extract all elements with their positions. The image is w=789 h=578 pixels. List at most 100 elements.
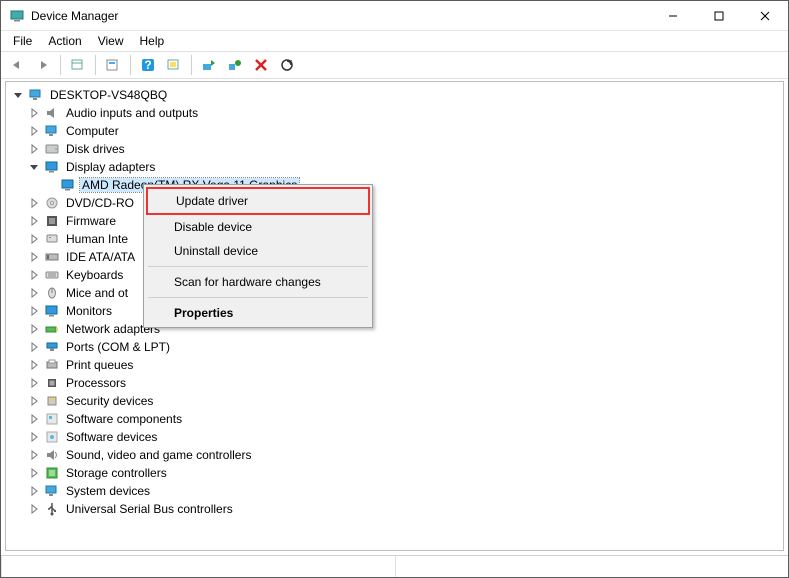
chevron-right-icon[interactable]	[26, 483, 42, 499]
tree-item[interactable]: IDE ATA/ATA	[8, 248, 781, 266]
tree-item[interactable]: Processors	[8, 374, 781, 392]
show-hidden-button[interactable]	[66, 53, 90, 77]
context-menu-item[interactable]: Uninstall device	[146, 239, 370, 263]
tree-item[interactable]: Audio inputs and outputs	[8, 104, 781, 122]
chevron-right-icon[interactable]	[26, 393, 42, 409]
tree-item[interactable]: DVD/CD-RO	[8, 194, 781, 212]
tree-root[interactable]: DESKTOP-VS48QBQ	[8, 86, 781, 104]
network-icon	[44, 321, 60, 337]
tree-item[interactable]: AMD Radeon(TM) RX Vega 11 Graphics	[8, 176, 781, 194]
maximize-button[interactable]	[696, 1, 742, 31]
sound-icon	[44, 447, 60, 463]
tree-item[interactable]: Monitors	[8, 302, 781, 320]
chevron-right-icon[interactable]	[26, 429, 42, 445]
chevron-right-icon[interactable]	[26, 141, 42, 157]
tree-item-label: Computer	[64, 124, 121, 138]
disk-icon	[44, 141, 60, 157]
chevron-right-icon[interactable]	[26, 339, 42, 355]
tree-item[interactable]: Network adapters	[8, 320, 781, 338]
tree-item[interactable]: Keyboards	[8, 266, 781, 284]
chevron-down-icon[interactable]	[10, 87, 26, 103]
chevron-right-icon[interactable]	[26, 123, 42, 139]
display-icon	[44, 159, 60, 175]
system-icon	[44, 483, 60, 499]
tree-item-label: Ports (COM & LPT)	[64, 340, 172, 354]
disable-device-button[interactable]	[249, 53, 273, 77]
mouse-icon	[44, 285, 60, 301]
toolbar-separator	[130, 55, 131, 75]
app-icon	[9, 8, 25, 24]
chevron-down-icon[interactable]	[26, 159, 42, 175]
tree-item[interactable]: Storage controllers	[8, 464, 781, 482]
computer-icon	[28, 87, 44, 103]
ide-icon	[44, 249, 60, 265]
context-menu-item[interactable]: Scan for hardware changes	[146, 270, 370, 294]
swcomp-icon	[44, 411, 60, 427]
tree-item-label: Software devices	[64, 430, 159, 444]
menu-separator	[148, 297, 368, 298]
context-menu-item[interactable]: Properties	[146, 301, 370, 325]
chevron-right-icon[interactable]	[26, 303, 42, 319]
menu-file[interactable]: File	[5, 32, 40, 50]
tree-item[interactable]: Security devices	[8, 392, 781, 410]
tree-item[interactable]: Sound, video and game controllers	[8, 446, 781, 464]
chevron-right-icon[interactable]	[26, 249, 42, 265]
chevron-right-icon[interactable]	[26, 105, 42, 121]
chevron-right-icon[interactable]	[26, 501, 42, 517]
tree-item-label: Keyboards	[64, 268, 125, 282]
toolbar-separator	[95, 55, 96, 75]
tree-item[interactable]: Disk drives	[8, 140, 781, 158]
svg-text:?: ?	[144, 58, 151, 72]
minimize-button[interactable]	[650, 1, 696, 31]
chevron-right-icon[interactable]	[26, 285, 42, 301]
tree-root-label: DESKTOP-VS48QBQ	[48, 88, 169, 102]
context-menu-item[interactable]: Disable device	[146, 215, 370, 239]
back-button[interactable]	[5, 53, 29, 77]
menu-view[interactable]: View	[90, 32, 132, 50]
close-button[interactable]	[742, 1, 788, 31]
context-menu-item[interactable]: Update driver	[146, 187, 370, 215]
hid-icon	[44, 231, 60, 247]
toolbar-separator	[191, 55, 192, 75]
tree-item[interactable]: Universal Serial Bus controllers	[8, 500, 781, 518]
chevron-right-icon[interactable]	[26, 213, 42, 229]
audio-icon	[44, 105, 60, 121]
update-driver-button[interactable]	[197, 53, 221, 77]
help-button[interactable]: ?	[136, 53, 160, 77]
tree-item[interactable]: Ports (COM & LPT)	[8, 338, 781, 356]
chevron-right-icon[interactable]	[26, 267, 42, 283]
storage-icon	[44, 465, 60, 481]
tree-item[interactable]: Firmware	[8, 212, 781, 230]
tree-item[interactable]: Software devices	[8, 428, 781, 446]
chevron-right-icon[interactable]	[26, 375, 42, 391]
toolbar: ?	[1, 51, 788, 79]
tree-item[interactable]: Display adapters	[8, 158, 781, 176]
scan-hardware-button[interactable]	[275, 53, 299, 77]
dvd-icon	[44, 195, 60, 211]
menu-action[interactable]: Action	[40, 32, 89, 50]
chevron-right-icon[interactable]	[26, 465, 42, 481]
menubar: File Action View Help	[1, 31, 788, 51]
chevron-right-icon[interactable]	[26, 231, 42, 247]
titlebar: Device Manager	[1, 1, 788, 31]
tree-item[interactable]: Mice and ot	[8, 284, 781, 302]
action-center-button[interactable]	[162, 53, 186, 77]
tree-item[interactable]: System devices	[8, 482, 781, 500]
chevron-right-icon[interactable]	[26, 357, 42, 373]
tree-item[interactable]: Computer	[8, 122, 781, 140]
cpu-icon	[44, 375, 60, 391]
chevron-right-icon[interactable]	[26, 447, 42, 463]
forward-button[interactable]	[31, 53, 55, 77]
tree-item[interactable]: Software components	[8, 410, 781, 428]
chevron-right-icon[interactable]	[26, 321, 42, 337]
menu-help[interactable]: Help	[132, 32, 173, 50]
swdev-icon	[44, 429, 60, 445]
tree-item[interactable]: Human Inte	[8, 230, 781, 248]
tree-item[interactable]: Print queues	[8, 356, 781, 374]
tree-item-label: Monitors	[64, 304, 114, 318]
uninstall-device-button[interactable]	[223, 53, 247, 77]
properties-sheet-button[interactable]	[101, 53, 125, 77]
chevron-right-icon[interactable]	[26, 411, 42, 427]
tree-panel[interactable]: DESKTOP-VS48QBQ Audio inputs and outputs C…	[5, 81, 784, 551]
chevron-right-icon[interactable]	[26, 195, 42, 211]
